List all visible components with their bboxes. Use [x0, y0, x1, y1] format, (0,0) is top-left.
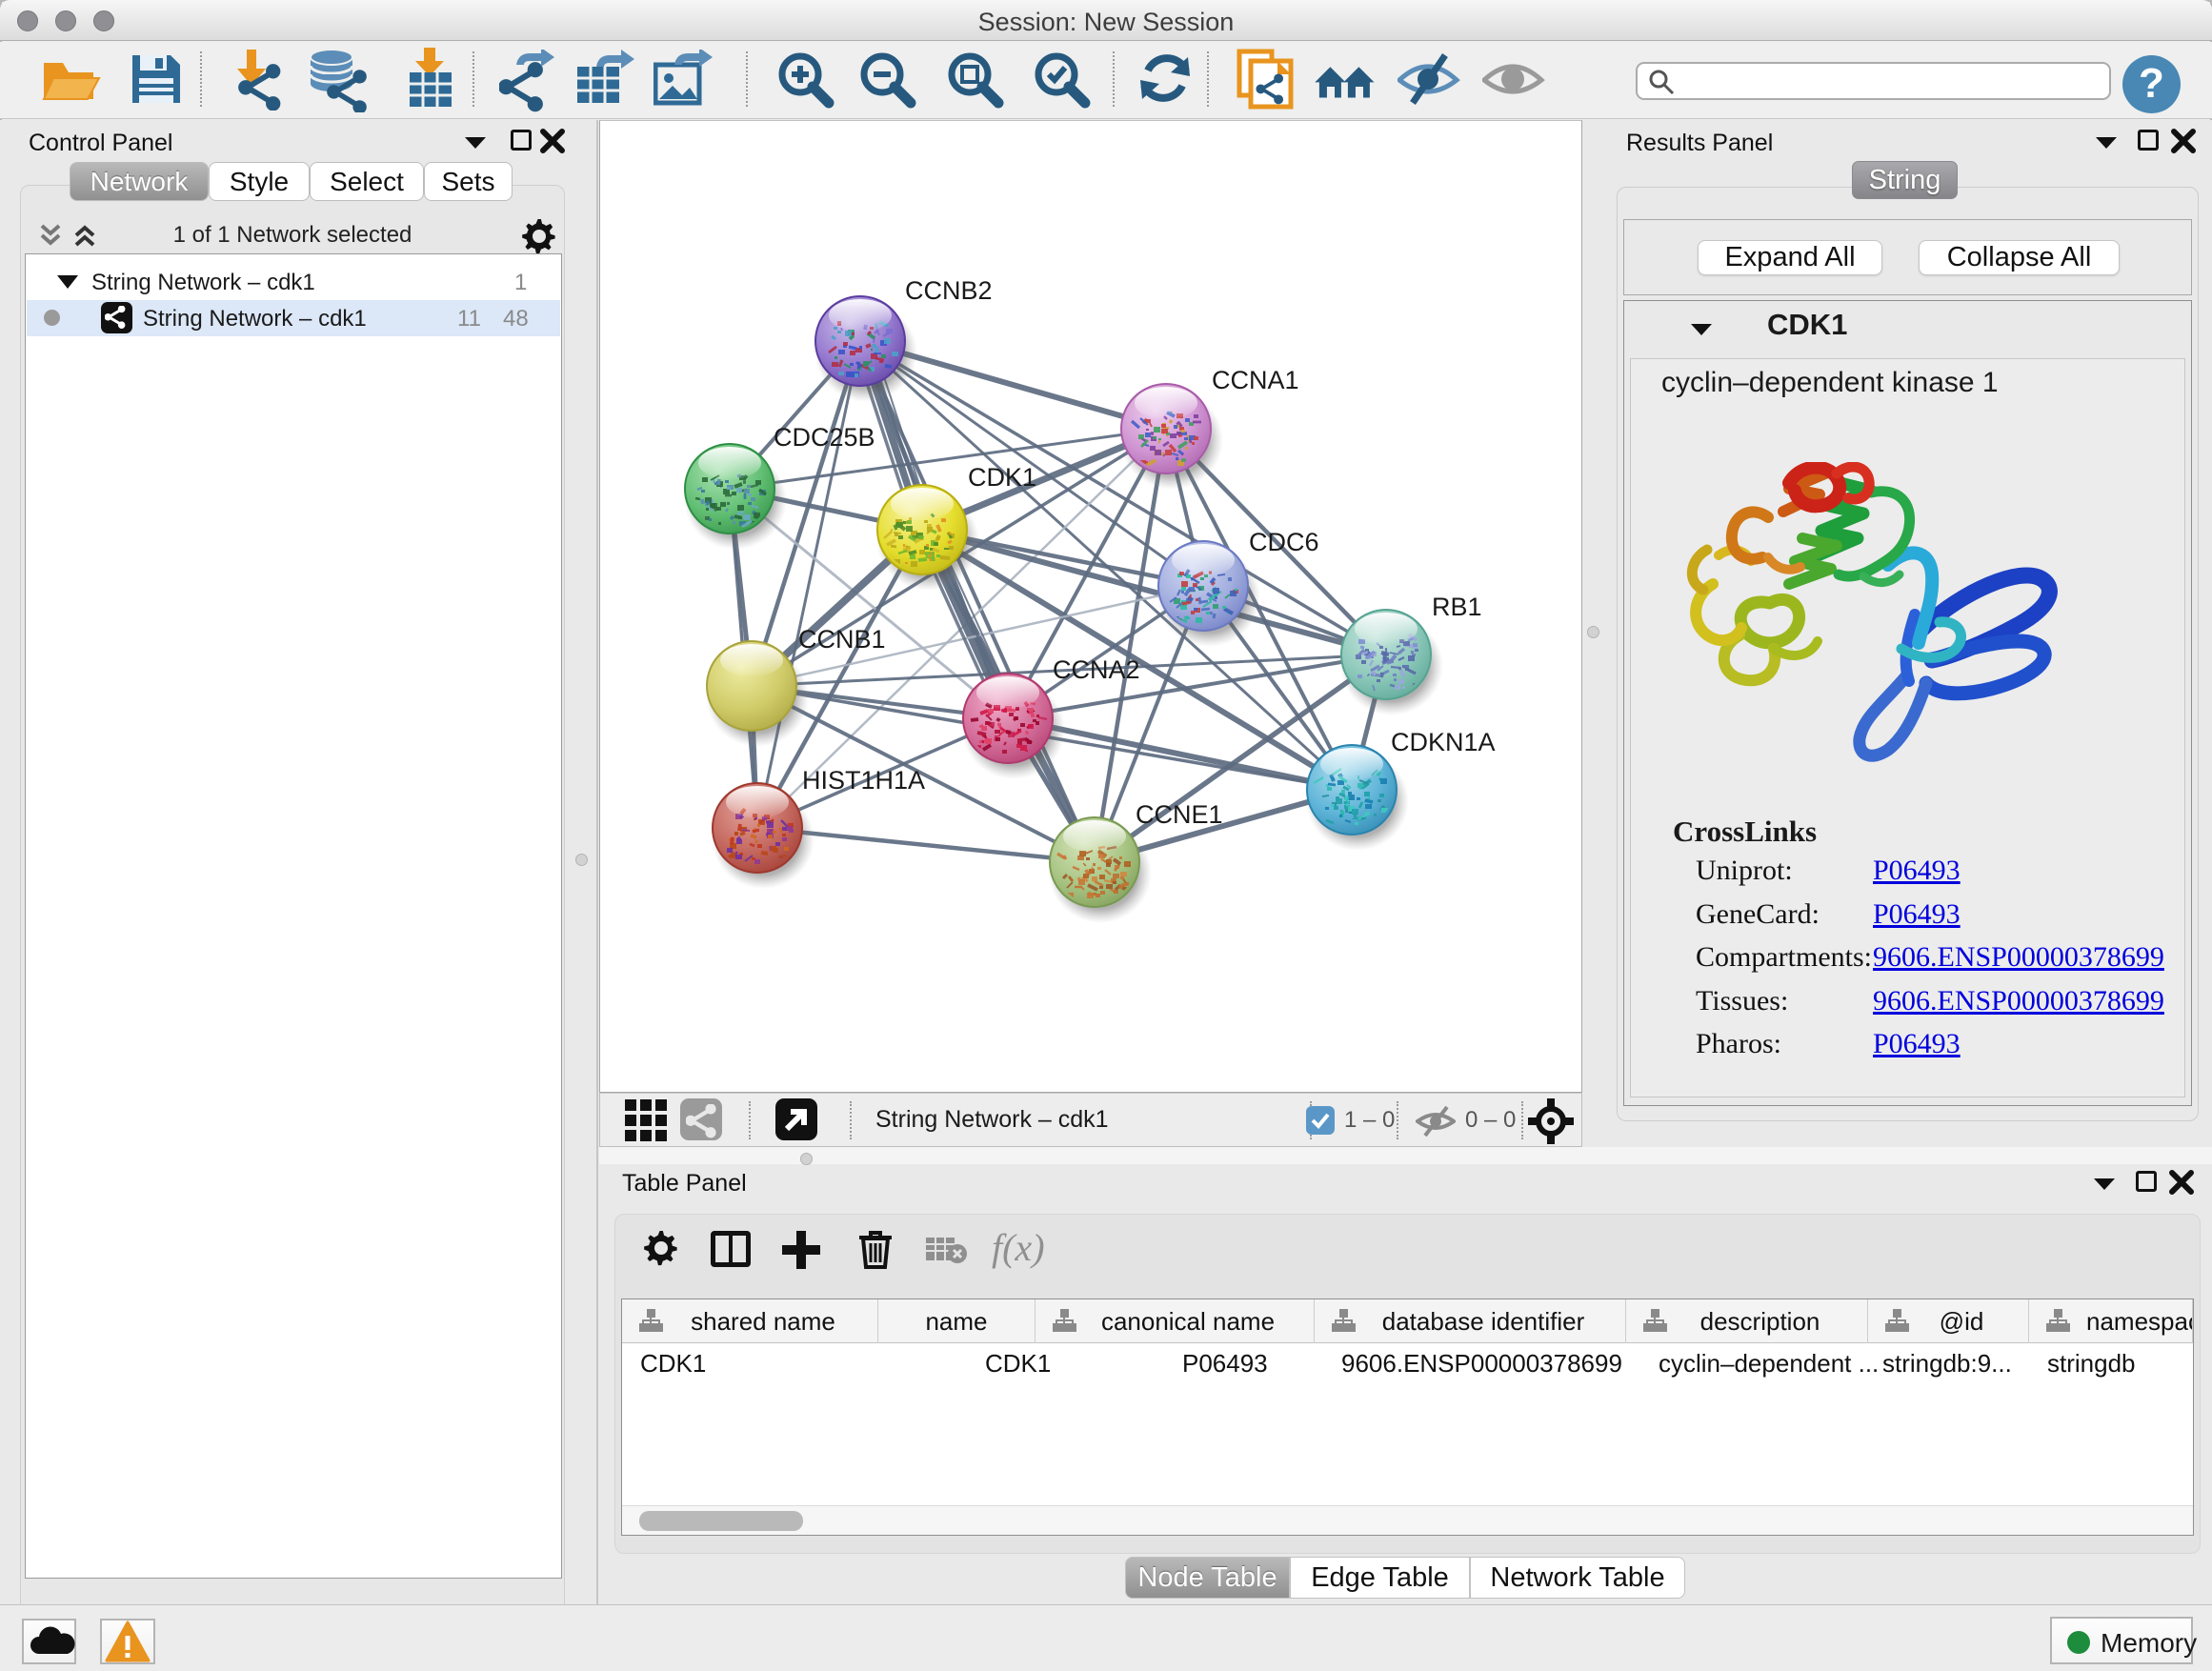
svg-text:RB1: RB1	[1432, 593, 1482, 621]
svg-text:CCNB1: CCNB1	[798, 625, 886, 654]
svg-text:CCNB2: CCNB2	[905, 276, 993, 305]
svg-text:HIST1H1A: HIST1H1A	[802, 766, 925, 795]
svg-text:CDC6: CDC6	[1249, 528, 1319, 556]
svg-text:CCNA1: CCNA1	[1212, 366, 1299, 394]
svg-text:CDK1: CDK1	[968, 463, 1036, 492]
svg-text:CCNA2: CCNA2	[1053, 655, 1140, 684]
svg-text:CCNE1: CCNE1	[1136, 800, 1223, 829]
svg-text:CDKN1A: CDKN1A	[1391, 728, 1496, 756]
svg-text:CDC25B: CDC25B	[774, 423, 875, 452]
